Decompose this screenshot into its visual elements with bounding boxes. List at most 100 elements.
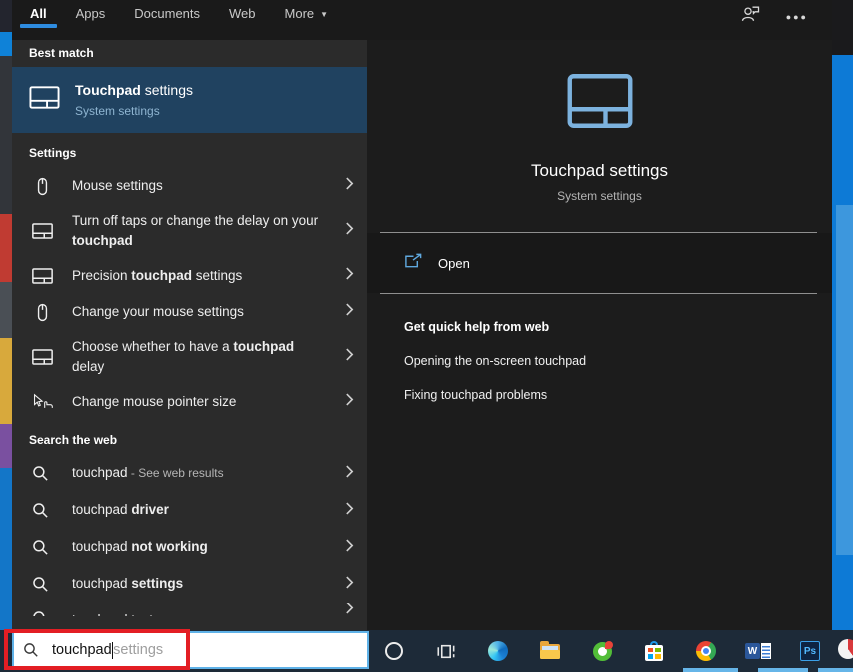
- cortana-taskbar-icon[interactable]: [368, 630, 420, 672]
- quick-help-header: Get quick help from web: [404, 320, 832, 334]
- web-result-row-1[interactable]: touchpad driver: [12, 492, 367, 529]
- chevron-right-icon[interactable]: [345, 603, 354, 616]
- touchpad-icon-large: [567, 73, 633, 134]
- tab-label: Web: [229, 6, 256, 21]
- selected-tab-underline: [20, 24, 57, 28]
- explorer-taskbar-icon[interactable]: [524, 630, 576, 672]
- settings-result-row-4[interactable]: Choose whether to have a touchpad delay: [12, 330, 367, 384]
- background-window-edge: [832, 0, 853, 55]
- result-label: Mouse settings: [72, 176, 163, 196]
- search-icon: [23, 642, 39, 658]
- chevron-right-icon[interactable]: [345, 302, 354, 322]
- chevron-right-icon[interactable]: [345, 501, 354, 521]
- help-link-onscreen-touchpad[interactable]: Opening the on-screen touchpad: [404, 354, 832, 368]
- search-flyout: All Apps Documents Web More▼ ●●● Best match: [12, 0, 832, 630]
- feedback-user-icon[interactable]: [740, 5, 760, 28]
- tabbar-right-icons: ●●●: [740, 5, 808, 28]
- word-taskbar-icon[interactable]: W: [732, 630, 784, 672]
- ellipsis-menu-icon[interactable]: ●●●: [786, 12, 808, 22]
- chevron-right-icon[interactable]: [345, 575, 354, 595]
- best-match-subtitle: System settings: [75, 104, 193, 118]
- settings-section-header: Settings: [29, 146, 367, 160]
- open-action[interactable]: Open: [367, 233, 832, 293]
- best-match-row[interactable]: Touchpad settings System settings: [12, 67, 367, 133]
- touchpad-icon: [32, 223, 59, 239]
- tab-apps[interactable]: Apps: [76, 6, 106, 33]
- taskview-taskbar-icon[interactable]: [420, 630, 472, 672]
- wallpaper: [832, 55, 853, 630]
- desktop-strip-segment: [0, 0, 12, 32]
- tab-web[interactable]: Web: [229, 6, 256, 33]
- settings-result-row-2[interactable]: Precision touchpad settings: [12, 258, 367, 294]
- chevron-right-icon[interactable]: [345, 221, 354, 241]
- web-result-row-3[interactable]: touchpad settings: [12, 566, 367, 603]
- tab-more[interactable]: More▼: [285, 6, 329, 33]
- chevron-down-icon: ▼: [320, 10, 328, 19]
- panels: Best match Touchpad settings System sett…: [12, 40, 832, 630]
- desktop-edge-right: [832, 0, 853, 630]
- web-result-row-4[interactable]: touchpad test: [12, 603, 367, 616]
- best-match-title: Touchpad settings: [75, 82, 193, 98]
- touchpad-icon: [32, 268, 59, 284]
- settings-result-row-0[interactable]: Mouse settings: [12, 168, 367, 204]
- tab-label: All: [30, 6, 47, 21]
- touchpad-icon: [29, 86, 60, 114]
- search-icon: [32, 576, 59, 593]
- web-section-header: Search the web: [29, 433, 367, 447]
- search-query-text: touchpad: [52, 642, 112, 658]
- settings-result-row-5[interactable]: Change mouse pointer size: [12, 384, 367, 420]
- help-link-fixing-problems[interactable]: Fixing touchpad problems: [404, 388, 832, 402]
- desktop-strip-segment: [0, 214, 12, 282]
- preview-subtitle: System settings: [367, 189, 832, 203]
- settings-result-row-3[interactable]: Change your mouse settings: [12, 294, 367, 330]
- search-icon: [32, 610, 59, 616]
- taskbar-search-input[interactable]: touchpadsettings: [12, 631, 369, 669]
- result-label: Turn off taps or change the delay on you…: [72, 211, 330, 252]
- preview-panel: Touchpad settings System settings Open G…: [367, 40, 832, 630]
- running-indicator: [758, 668, 808, 672]
- tab-documents[interactable]: Documents: [134, 6, 200, 33]
- chevron-right-icon[interactable]: [345, 392, 354, 412]
- tab-all[interactable]: All: [30, 6, 47, 33]
- store-taskbar-icon[interactable]: [628, 630, 680, 672]
- result-label: Precision touchpad settings: [72, 266, 242, 286]
- search-icon: [32, 465, 59, 482]
- chevron-right-icon[interactable]: [345, 266, 354, 286]
- touchpad-icon: [32, 349, 59, 365]
- chevron-right-icon[interactable]: [345, 538, 354, 558]
- chevron-right-icon[interactable]: [345, 347, 354, 367]
- web-results-list: touchpad - See web results touchpad drive…: [12, 455, 367, 616]
- settings-results-list: Mouse settings Turn off taps or change th…: [12, 168, 367, 420]
- chevron-right-icon[interactable]: [345, 176, 354, 196]
- result-label: Change mouse pointer size: [72, 392, 236, 412]
- taskbar-icons: WPs: [368, 630, 836, 672]
- web-result-row-2[interactable]: touchpad not working: [12, 529, 367, 566]
- desktop-strip-segment: [0, 282, 12, 338]
- result-label: touchpad test: [72, 610, 153, 616]
- edge-taskbar-icon[interactable]: [472, 630, 524, 672]
- desktop-strip-segment: [0, 468, 12, 630]
- wallpaper-logo-panel: [836, 205, 853, 555]
- running-indicator: [683, 668, 738, 672]
- taskbar-partial-icon[interactable]: [838, 639, 853, 659]
- tab-label: Apps: [76, 6, 106, 21]
- desktop-strip-segment: [0, 56, 12, 214]
- divider: [380, 293, 817, 294]
- desktop-strip-segment: [0, 32, 12, 56]
- mouse-icon: [32, 303, 59, 322]
- result-label: touchpad - See web results: [72, 463, 224, 483]
- photoshop-taskbar-icon[interactable]: Ps: [784, 630, 836, 672]
- chevron-right-icon[interactable]: [345, 464, 354, 484]
- web-result-row-0[interactable]: touchpad - See web results: [12, 455, 367, 492]
- tabs-container: All Apps Documents Web More▼: [30, 6, 357, 33]
- best-match-header: Best match: [29, 46, 367, 60]
- tab-label: Documents: [134, 6, 200, 21]
- result-label: touchpad driver: [72, 500, 169, 520]
- search-autocomplete-text: settings: [113, 642, 163, 658]
- chrome-taskbar-icon[interactable]: [680, 630, 732, 672]
- pointer-icon: [32, 393, 59, 411]
- settings-result-row-1[interactable]: Turn off taps or change the delay on you…: [12, 204, 367, 258]
- green-browser-taskbar-icon[interactable]: [576, 630, 628, 672]
- preview-title: Touchpad settings: [367, 161, 832, 181]
- screen: All Apps Documents Web More▼ ●●● Best match: [0, 0, 853, 672]
